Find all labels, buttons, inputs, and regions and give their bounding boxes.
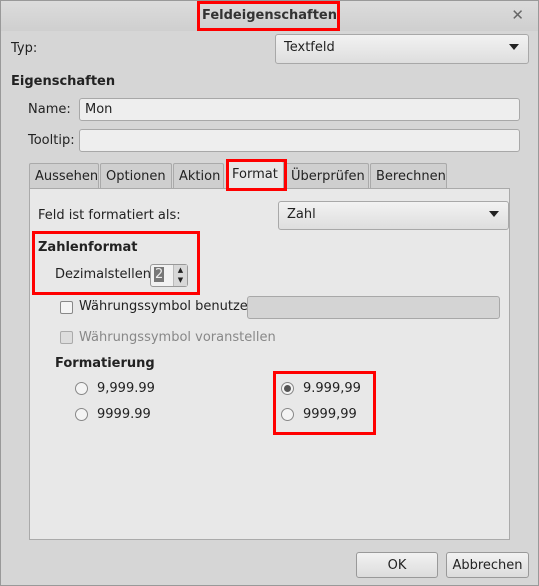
close-icon[interactable]: ✕ — [511, 6, 524, 24]
formatting-heading: Formatierung — [55, 356, 155, 371]
spinner-arrows[interactable]: ▲ ▼ — [173, 265, 187, 286]
format-as-dropdown[interactable]: Zahl — [278, 201, 509, 230]
radio-9.999,99[interactable] — [281, 382, 294, 395]
format-as-label: Feld ist formatiert als: — [38, 208, 181, 223]
currency-symbol-input[interactable] — [247, 296, 500, 319]
tab-ueberpruefen[interactable]: Überprüfen — [285, 163, 369, 188]
title-bar: Feldeigenschaften ✕ — [1, 1, 538, 31]
currency-prepend-label: Währungssymbol voranstellen — [79, 330, 276, 345]
arrow-down-icon[interactable]: ▼ — [178, 276, 183, 284]
radio-label: 9.999,99 — [303, 381, 361, 396]
chevron-down-icon — [489, 211, 499, 217]
format-as-value: Zahl — [287, 207, 316, 222]
type-label: Typ: — [11, 41, 38, 56]
radio-9,999.99[interactable] — [75, 382, 88, 395]
number-format-heading: Zahlenformat — [38, 240, 138, 255]
tab-format[interactable]: Format — [226, 161, 284, 190]
cancel-button[interactable]: Abbrechen — [446, 552, 529, 578]
name-label: Name: — [28, 102, 71, 117]
decimals-value[interactable]: 2 — [154, 267, 165, 282]
tab-berechnen[interactable]: Berechnen — [370, 163, 447, 188]
dialog-title: Feldeigenschaften — [202, 8, 337, 23]
decimals-spinner[interactable]: 2 ▲ ▼ — [150, 264, 188, 287]
type-dropdown[interactable]: Textfeld — [275, 34, 529, 64]
chevron-down-icon — [509, 44, 519, 50]
radio-9999.99[interactable] — [75, 408, 88, 421]
tab-aussehen[interactable]: Aussehen — [29, 163, 99, 188]
arrow-up-icon[interactable]: ▲ — [178, 266, 183, 274]
radio-label: 9999,99 — [303, 407, 357, 422]
tooltip-label: Tooltip: — [28, 133, 75, 148]
tab-optionen[interactable]: Optionen — [100, 163, 172, 188]
type-value: Textfeld — [284, 40, 335, 55]
currency-prepend-checkbox[interactable] — [60, 331, 73, 344]
decimals-label: Dezimalstellen: — [55, 267, 156, 282]
radio-label: 9,999.99 — [97, 381, 155, 396]
currency-use-checkbox[interactable] — [60, 301, 73, 314]
field-properties-dialog: Feldeigenschaften ✕ Typ: Textfeld Eigens… — [0, 0, 539, 586]
tab-aktion[interactable]: Aktion — [173, 163, 224, 188]
ok-button[interactable]: OK — [356, 552, 438, 578]
name-input[interactable]: Mon — [79, 98, 520, 121]
radio-label: 9999.99 — [97, 407, 151, 422]
properties-heading: Eigenschaften — [11, 74, 116, 89]
radio-9999,99[interactable] — [281, 408, 294, 421]
currency-use-label: Währungssymbol benutzen — [79, 299, 257, 314]
tooltip-input[interactable] — [79, 129, 520, 152]
